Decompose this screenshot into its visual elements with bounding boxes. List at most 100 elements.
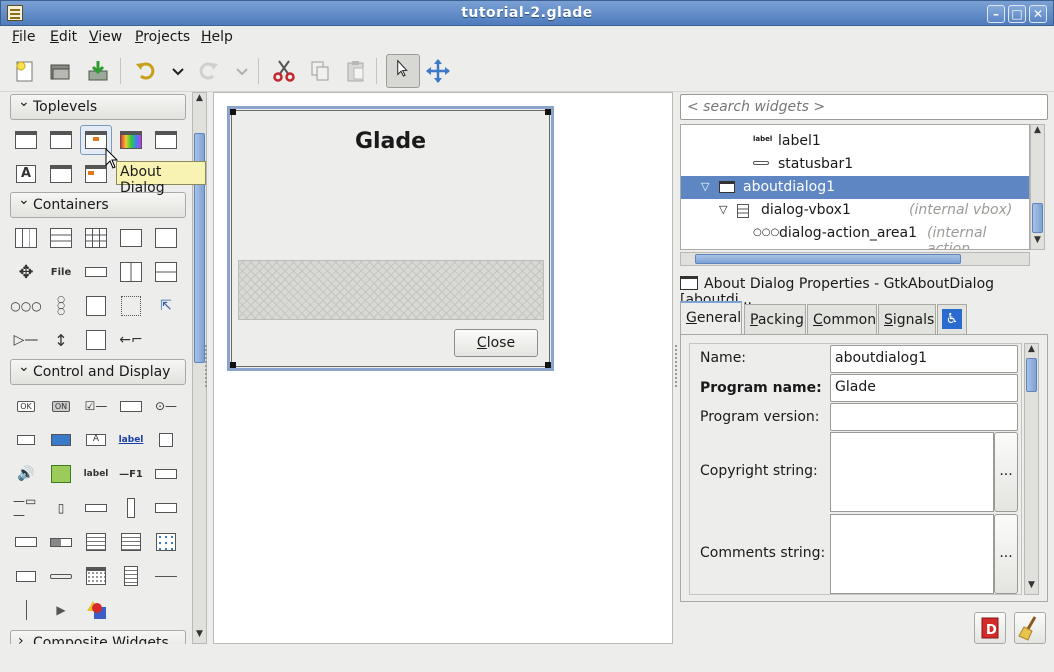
vbox-widget-icon[interactable] bbox=[48, 227, 74, 249]
scrolled-window-widget-icon[interactable] bbox=[118, 295, 144, 317]
vpaned-widget-icon[interactable] bbox=[153, 261, 179, 283]
expander-triangle-icon[interactable]: ▽ bbox=[719, 203, 727, 216]
name-field[interactable]: aboutdialog1 bbox=[830, 345, 1018, 373]
progress-bar-widget-icon[interactable] bbox=[48, 531, 74, 553]
alignment-widget-icon[interactable]: ↕ bbox=[48, 329, 74, 351]
resize-handle[interactable] bbox=[230, 362, 236, 368]
scroll-down-arrow-icon[interactable]: ▼ bbox=[1031, 235, 1044, 249]
close-window-button[interactable]: ✕ bbox=[1029, 5, 1047, 23]
placeholder-area[interactable] bbox=[238, 260, 544, 320]
tree-vscrollbar[interactable]: ▲ ▼ bbox=[1030, 124, 1045, 250]
image-widget-icon[interactable] bbox=[48, 463, 74, 485]
tree-row-statusbar1[interactable]: statusbar1 bbox=[681, 153, 1029, 176]
input-dialog-icon[interactable] bbox=[48, 163, 74, 185]
menubar-widget-icon[interactable]: File bbox=[48, 261, 74, 283]
tab-accessibility[interactable]: ♿ bbox=[937, 304, 967, 334]
font-button-icon[interactable]: A bbox=[83, 429, 109, 451]
notebook-widget-icon[interactable] bbox=[118, 227, 144, 249]
accel-label-widget-icon[interactable]: —F1 bbox=[118, 463, 144, 485]
menu-widget-icon[interactable] bbox=[118, 565, 144, 587]
clear-property-button[interactable] bbox=[1014, 612, 1046, 644]
drawing-area-widget-icon[interactable] bbox=[83, 599, 109, 621]
redo-history-dropdown[interactable] bbox=[228, 58, 248, 84]
save-button[interactable] bbox=[84, 58, 112, 84]
font-selection-dialog-icon[interactable]: A bbox=[13, 163, 39, 185]
menu-edit[interactable]: Edit bbox=[50, 29, 77, 45]
devhelp-button[interactable]: D bbox=[974, 612, 1006, 644]
link-button-icon[interactable]: label bbox=[118, 429, 144, 451]
pane-grip[interactable] bbox=[205, 345, 207, 389]
drag-resize-mode-button[interactable] bbox=[424, 58, 452, 84]
menu-help[interactable]: Help bbox=[201, 29, 233, 45]
program-name-field[interactable]: Glade bbox=[830, 374, 1018, 402]
text-view-widget-icon[interactable] bbox=[83, 531, 109, 553]
pane-grip[interactable] bbox=[675, 345, 677, 389]
expander-widget-icon[interactable]: ▷— bbox=[13, 329, 39, 351]
vscrollbar-widget-icon[interactable] bbox=[118, 497, 144, 519]
label-widget-icon[interactable]: label bbox=[83, 463, 109, 485]
treeview-column-icon[interactable] bbox=[13, 565, 39, 587]
fixed-widget-icon[interactable]: ✥ bbox=[13, 261, 39, 283]
hbuttonbox-widget-icon[interactable]: ○○○ bbox=[10, 295, 41, 317]
volume-button-icon[interactable]: 🔊 bbox=[13, 463, 39, 485]
redo-button[interactable] bbox=[194, 58, 222, 84]
tree-view-widget-icon[interactable] bbox=[118, 531, 144, 553]
cut-button[interactable] bbox=[270, 58, 298, 84]
combo-box-entry-icon[interactable] bbox=[13, 531, 39, 553]
undo-history-dropdown[interactable] bbox=[164, 58, 184, 84]
file-chooser-button-icon[interactable] bbox=[13, 429, 39, 451]
toolbar-widget-icon[interactable] bbox=[83, 261, 109, 283]
properties-scrollbar[interactable]: ▲ ▼ bbox=[1024, 343, 1039, 595]
color-button-icon[interactable] bbox=[48, 429, 74, 451]
comments-text-area[interactable] bbox=[830, 514, 994, 594]
spin-button-widget-icon[interactable] bbox=[118, 395, 144, 417]
hseparator-widget-icon[interactable] bbox=[153, 565, 179, 587]
scroll-up-arrow-icon[interactable]: ▲ bbox=[193, 93, 206, 107]
program-version-field[interactable] bbox=[830, 403, 1018, 431]
paste-button[interactable] bbox=[342, 58, 370, 84]
tab-packing[interactable]: Packing bbox=[744, 304, 806, 334]
table-widget-icon[interactable] bbox=[83, 227, 109, 249]
select-mode-button[interactable] bbox=[386, 54, 420, 88]
resize-handle[interactable] bbox=[545, 109, 551, 115]
copyright-text-area[interactable] bbox=[830, 432, 994, 512]
tree-row-dialog-vbox1[interactable]: ▽ dialog-vbox1 (internal vbox) bbox=[681, 199, 1029, 222]
combo-box-widget-icon[interactable] bbox=[153, 497, 179, 519]
scroll-down-arrow-icon[interactable]: ▼ bbox=[1025, 580, 1038, 594]
hscale-widget-icon[interactable]: —▭— bbox=[13, 494, 39, 522]
new-button[interactable] bbox=[10, 58, 38, 84]
menu-file[interactable]: File bbox=[12, 29, 35, 45]
undo-button[interactable] bbox=[132, 58, 160, 84]
scroll-up-arrow-icon[interactable]: ▲ bbox=[1031, 125, 1044, 139]
scale-button-icon[interactable] bbox=[153, 429, 179, 451]
widget-tree[interactable]: label label1 statusbar1 ▽ aboutdialog1 ▽… bbox=[680, 124, 1030, 250]
frame-widget-icon[interactable] bbox=[153, 227, 179, 249]
dialog-close-button[interactable]: Close bbox=[454, 329, 538, 357]
palette-section-control-display[interactable]: Control and Display bbox=[10, 359, 186, 385]
scroll-down-arrow-icon[interactable]: ▼ bbox=[193, 629, 206, 643]
layout-widget-icon[interactable] bbox=[83, 295, 109, 317]
viewport-widget-icon[interactable]: ⇱ bbox=[153, 295, 179, 317]
vseparator-widget-icon[interactable] bbox=[13, 599, 39, 621]
palette-section-toplevels[interactable]: Toplevels bbox=[10, 94, 186, 120]
design-canvas[interactable]: Glade Close bbox=[213, 92, 673, 644]
hscrollbar-widget-icon[interactable] bbox=[83, 497, 109, 519]
file-chooser-dialog-icon[interactable] bbox=[153, 129, 179, 151]
resize-handle[interactable] bbox=[230, 109, 236, 115]
palette-section-composite[interactable]: Composite Widgets bbox=[10, 630, 186, 644]
hbox-widget-icon[interactable] bbox=[13, 227, 39, 249]
arrow-widget-icon[interactable]: ▶ bbox=[48, 599, 74, 621]
menu-view[interactable]: View bbox=[89, 29, 122, 45]
search-widgets-input[interactable]: < search widgets > bbox=[680, 94, 1048, 120]
tab-signals[interactable]: Signals bbox=[878, 304, 936, 334]
vbuttonbox-widget-icon[interactable]: ○ ○ ○ bbox=[48, 295, 74, 317]
color-selection-dialog-icon[interactable] bbox=[118, 129, 144, 151]
toggle-button-widget-icon[interactable]: ON bbox=[48, 395, 74, 417]
maximize-button[interactable]: □ bbox=[1008, 5, 1026, 23]
tree-hscrollbar[interactable] bbox=[680, 252, 1030, 266]
tree-scroll-thumb[interactable] bbox=[1032, 203, 1043, 233]
menu-projects[interactable]: Projects bbox=[135, 29, 190, 45]
radio-button-widget-icon[interactable]: ⊙— bbox=[153, 395, 179, 417]
tree-row-label1[interactable]: label label1 bbox=[681, 130, 1029, 153]
window-widget-icon[interactable] bbox=[13, 129, 39, 151]
